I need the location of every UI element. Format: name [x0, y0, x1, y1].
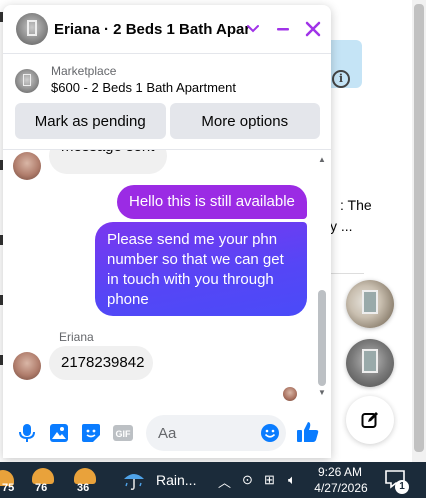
minus-icon[interactable]: [271, 17, 295, 41]
message-input-container[interactable]: [146, 415, 286, 451]
sticker-icon[interactable]: [75, 417, 107, 449]
compose-icon: [361, 412, 378, 428]
message-input[interactable]: [158, 424, 254, 442]
listing-title[interactable]: $600 - 2 Beds 1 Bath Apartment: [51, 79, 236, 97]
marketplace-listing-bar[interactable]: Marketplace $600 - 2 Beds 1 Bath Apartme…: [3, 53, 331, 107]
more-options-button[interactable]: More options: [169, 103, 320, 139]
sender-name: Eriana: [59, 330, 94, 344]
background-text: y ...: [330, 218, 353, 234]
scrollbar-thumb[interactable]: [414, 4, 424, 452]
message-bubble-incoming[interactable]: 2178239842: [49, 346, 153, 380]
thumbs-up-icon[interactable]: [295, 419, 323, 447]
volume-icon[interactable]: 🔈︎: [288, 472, 296, 488]
close-icon[interactable]: [301, 17, 325, 41]
compose-button[interactable]: [346, 396, 394, 444]
listing-thumbnail: [15, 69, 39, 93]
image-icon[interactable]: [43, 417, 75, 449]
chat-title[interactable]: Eriana · 2 Beds 1 Bath Apar...: [54, 21, 249, 38]
network-icon[interactable]: ⊞: [264, 472, 275, 488]
svg-text:GIF: GIF: [116, 429, 132, 439]
message-bubble-incoming[interactable]: message sent: [49, 150, 167, 174]
scroll-down-arrow-icon[interactable]: ▼: [318, 388, 326, 397]
chat-header[interactable]: Eriana · 2 Beds 1 Bath Apar...: [3, 5, 331, 53]
message-composer: GIF: [3, 407, 331, 458]
message-list[interactable]: message sent Hello this is still availab…: [3, 150, 331, 404]
chat-head-avatar[interactable]: [346, 339, 394, 387]
notification-badge: 1: [395, 480, 409, 494]
taskbar: 75 76 36 Rain... ︿ ⊙ ⊞ 🔈︎ 9:26 AM 4/27/2…: [0, 462, 426, 498]
mark-as-pending-button[interactable]: Mark as pending: [15, 103, 166, 139]
avatar: [13, 152, 41, 180]
rain-icon[interactable]: [122, 469, 146, 496]
avatar: [13, 352, 41, 380]
chevron-down-icon[interactable]: [241, 17, 265, 41]
scrollbar-thumb[interactable]: [318, 290, 326, 386]
seen-indicator-avatar: [283, 387, 297, 401]
message-bubble-outgoing[interactable]: Hello this is still available: [117, 185, 307, 219]
weather-text[interactable]: Rain...: [156, 472, 196, 488]
divider: [330, 273, 364, 274]
chat-head-avatar[interactable]: [346, 280, 394, 328]
avatar[interactable]: [16, 13, 48, 45]
message-scrollbar[interactable]: ▲ ▼: [315, 150, 329, 400]
clock-time[interactable]: 9:26 AM: [316, 464, 364, 480]
marketplace-label: Marketplace: [51, 64, 117, 78]
info-icon[interactable]: i: [332, 70, 350, 88]
chat-window: Eriana · 2 Beds 1 Bath Apar... Marketpla…: [3, 5, 331, 458]
camera-icon[interactable]: ⊙: [242, 472, 253, 488]
page-scrollbar[interactable]: [412, 0, 426, 462]
message-text: message sent: [61, 150, 155, 160]
chevron-up-icon[interactable]: ︿: [218, 472, 231, 491]
emoji-icon[interactable]: [260, 423, 280, 443]
background-text: : The: [340, 197, 372, 213]
microphone-icon[interactable]: [11, 417, 43, 449]
scroll-up-arrow-icon[interactable]: ▲: [318, 155, 326, 164]
clock-date[interactable]: 4/27/2026: [312, 480, 370, 496]
message-bubble-outgoing[interactable]: Please send me your phn number so that w…: [95, 222, 307, 316]
gif-icon[interactable]: GIF: [107, 417, 139, 449]
